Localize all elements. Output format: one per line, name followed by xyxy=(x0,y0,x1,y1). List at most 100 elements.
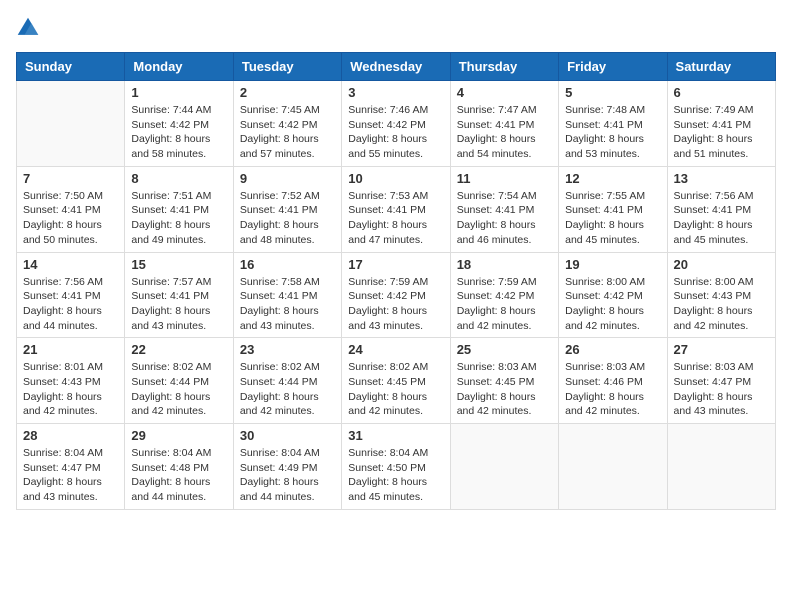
day-detail: Sunrise: 7:56 AMSunset: 4:41 PMDaylight:… xyxy=(23,275,118,334)
day-detail: Sunrise: 8:04 AMSunset: 4:47 PMDaylight:… xyxy=(23,446,118,505)
day-number: 27 xyxy=(674,342,769,357)
calendar-day-cell: 25 Sunrise: 8:03 AMSunset: 4:45 PMDayligh… xyxy=(450,338,558,424)
day-detail: Sunrise: 7:57 AMSunset: 4:41 PMDaylight:… xyxy=(131,275,226,334)
day-detail: Sunrise: 7:54 AMSunset: 4:41 PMDaylight:… xyxy=(457,189,552,248)
calendar-day-cell: 11 Sunrise: 7:54 AMSunset: 4:41 PMDayligh… xyxy=(450,166,558,252)
day-number: 20 xyxy=(674,257,769,272)
day-number: 26 xyxy=(565,342,660,357)
day-number: 19 xyxy=(565,257,660,272)
day-detail: Sunrise: 7:44 AMSunset: 4:42 PMDaylight:… xyxy=(131,103,226,162)
header-tuesday: Tuesday xyxy=(233,53,341,81)
calendar-day-cell: 18 Sunrise: 7:59 AMSunset: 4:42 PMDayligh… xyxy=(450,252,558,338)
calendar-day-cell: 14 Sunrise: 7:56 AMSunset: 4:41 PMDayligh… xyxy=(17,252,125,338)
calendar-day-cell: 13 Sunrise: 7:56 AMSunset: 4:41 PMDayligh… xyxy=(667,166,775,252)
day-number: 9 xyxy=(240,171,335,186)
day-detail: Sunrise: 7:50 AMSunset: 4:41 PMDaylight:… xyxy=(23,189,118,248)
day-detail: Sunrise: 8:02 AMSunset: 4:44 PMDaylight:… xyxy=(240,360,335,419)
day-detail: Sunrise: 8:02 AMSunset: 4:45 PMDaylight:… xyxy=(348,360,443,419)
calendar-week-row: 1 Sunrise: 7:44 AMSunset: 4:42 PMDaylight… xyxy=(17,81,776,167)
day-number: 29 xyxy=(131,428,226,443)
day-number: 2 xyxy=(240,85,335,100)
day-detail: Sunrise: 8:00 AMSunset: 4:43 PMDaylight:… xyxy=(674,275,769,334)
day-number: 3 xyxy=(348,85,443,100)
logo xyxy=(16,16,44,40)
calendar-day-cell: 28 Sunrise: 8:04 AMSunset: 4:47 PMDayligh… xyxy=(17,424,125,510)
day-number: 13 xyxy=(674,171,769,186)
day-detail: Sunrise: 7:48 AMSunset: 4:41 PMDaylight:… xyxy=(565,103,660,162)
calendar-day-cell: 3 Sunrise: 7:46 AMSunset: 4:42 PMDaylight… xyxy=(342,81,450,167)
header-monday: Monday xyxy=(125,53,233,81)
day-detail: Sunrise: 8:03 AMSunset: 4:46 PMDaylight:… xyxy=(565,360,660,419)
day-detail: Sunrise: 8:04 AMSunset: 4:50 PMDaylight:… xyxy=(348,446,443,505)
calendar-day-cell: 9 Sunrise: 7:52 AMSunset: 4:41 PMDaylight… xyxy=(233,166,341,252)
calendar-day-cell xyxy=(559,424,667,510)
day-detail: Sunrise: 7:56 AMSunset: 4:41 PMDaylight:… xyxy=(674,189,769,248)
calendar-day-cell xyxy=(667,424,775,510)
calendar-day-cell: 7 Sunrise: 7:50 AMSunset: 4:41 PMDaylight… xyxy=(17,166,125,252)
calendar-day-cell: 29 Sunrise: 8:04 AMSunset: 4:48 PMDayligh… xyxy=(125,424,233,510)
calendar-day-cell: 6 Sunrise: 7:49 AMSunset: 4:41 PMDaylight… xyxy=(667,81,775,167)
calendar-day-cell: 26 Sunrise: 8:03 AMSunset: 4:46 PMDayligh… xyxy=(559,338,667,424)
day-detail: Sunrise: 7:47 AMSunset: 4:41 PMDaylight:… xyxy=(457,103,552,162)
calendar-day-cell xyxy=(450,424,558,510)
calendar-day-cell: 31 Sunrise: 8:04 AMSunset: 4:50 PMDayligh… xyxy=(342,424,450,510)
day-number: 21 xyxy=(23,342,118,357)
calendar-day-cell: 10 Sunrise: 7:53 AMSunset: 4:41 PMDayligh… xyxy=(342,166,450,252)
day-detail: Sunrise: 7:59 AMSunset: 4:42 PMDaylight:… xyxy=(457,275,552,334)
calendar-day-cell: 27 Sunrise: 8:03 AMSunset: 4:47 PMDayligh… xyxy=(667,338,775,424)
calendar-day-cell: 5 Sunrise: 7:48 AMSunset: 4:41 PMDaylight… xyxy=(559,81,667,167)
header-wednesday: Wednesday xyxy=(342,53,450,81)
header-friday: Friday xyxy=(559,53,667,81)
day-number: 25 xyxy=(457,342,552,357)
calendar-day-cell: 16Sunrise: 7:58 AMSunset: 4:41 PMDayligh… xyxy=(233,252,341,338)
calendar-day-cell: 19 Sunrise: 8:00 AMSunset: 4:42 PMDayligh… xyxy=(559,252,667,338)
day-number: 28 xyxy=(23,428,118,443)
day-number: 31 xyxy=(348,428,443,443)
day-number: 8 xyxy=(131,171,226,186)
calendar-day-cell: 2 Sunrise: 7:45 AMSunset: 4:42 PMDaylight… xyxy=(233,81,341,167)
day-detail: Sunrise: 7:53 AMSunset: 4:41 PMDaylight:… xyxy=(348,189,443,248)
day-number: 10 xyxy=(348,171,443,186)
day-detail: Sunrise: 7:49 AMSunset: 4:41 PMDaylight:… xyxy=(674,103,769,162)
header-saturday: Saturday xyxy=(667,53,775,81)
calendar-day-cell: 1 Sunrise: 7:44 AMSunset: 4:42 PMDaylight… xyxy=(125,81,233,167)
day-number: 5 xyxy=(565,85,660,100)
calendar-day-cell: 23 Sunrise: 8:02 AMSunset: 4:44 PMDayligh… xyxy=(233,338,341,424)
calendar-day-cell: 8 Sunrise: 7:51 AMSunset: 4:41 PMDaylight… xyxy=(125,166,233,252)
day-detail: Sunrise: 7:46 AMSunset: 4:42 PMDaylight:… xyxy=(348,103,443,162)
day-detail: Sunrise: 7:52 AMSunset: 4:41 PMDaylight:… xyxy=(240,189,335,248)
calendar-week-row: 21Sunrise: 8:01 AMSunset: 4:43 PMDayligh… xyxy=(17,338,776,424)
day-detail: Sunrise: 7:55 AMSunset: 4:41 PMDaylight:… xyxy=(565,189,660,248)
day-number: 22 xyxy=(131,342,226,357)
day-number: 1 xyxy=(131,85,226,100)
calendar-day-cell: 15 Sunrise: 7:57 AMSunset: 4:41 PMDayligh… xyxy=(125,252,233,338)
day-number: 15 xyxy=(131,257,226,272)
day-detail: Sunrise: 8:02 AMSunset: 4:44 PMDaylight:… xyxy=(131,360,226,419)
day-detail: Sunrise: 7:45 AMSunset: 4:42 PMDaylight:… xyxy=(240,103,335,162)
day-number: 23 xyxy=(240,342,335,357)
day-detail: Sunrise: 7:51 AMSunset: 4:41 PMDaylight:… xyxy=(131,189,226,248)
day-number: 24 xyxy=(348,342,443,357)
day-number: 6 xyxy=(674,85,769,100)
day-detail: Sunrise: 8:03 AMSunset: 4:47 PMDaylight:… xyxy=(674,360,769,419)
calendar-day-cell: 12 Sunrise: 7:55 AMSunset: 4:41 PMDayligh… xyxy=(559,166,667,252)
day-number: 12 xyxy=(565,171,660,186)
calendar-day-cell: 4Sunrise: 7:47 AMSunset: 4:41 PMDaylight… xyxy=(450,81,558,167)
calendar-header-row: SundayMondayTuesdayWednesdayThursdayFrid… xyxy=(17,53,776,81)
day-detail: Sunrise: 8:04 AMSunset: 4:48 PMDaylight:… xyxy=(131,446,226,505)
calendar-day-cell: 17 Sunrise: 7:59 AMSunset: 4:42 PMDayligh… xyxy=(342,252,450,338)
calendar-table: SundayMondayTuesdayWednesdayThursdayFrid… xyxy=(16,52,776,510)
day-detail: Sunrise: 8:03 AMSunset: 4:45 PMDaylight:… xyxy=(457,360,552,419)
day-number: 7 xyxy=(23,171,118,186)
day-number: 11 xyxy=(457,171,552,186)
day-number: 14 xyxy=(23,257,118,272)
day-detail: Sunrise: 8:00 AMSunset: 4:42 PMDaylight:… xyxy=(565,275,660,334)
day-number: 18 xyxy=(457,257,552,272)
page-header xyxy=(16,16,776,40)
day-number: 17 xyxy=(348,257,443,272)
header-sunday: Sunday xyxy=(17,53,125,81)
day-detail: Sunrise: 7:59 AMSunset: 4:42 PMDaylight:… xyxy=(348,275,443,334)
calendar-week-row: 14 Sunrise: 7:56 AMSunset: 4:41 PMDayligh… xyxy=(17,252,776,338)
day-number: 30 xyxy=(240,428,335,443)
day-detail: Sunrise: 7:58 AMSunset: 4:41 PMDaylight:… xyxy=(240,275,335,334)
